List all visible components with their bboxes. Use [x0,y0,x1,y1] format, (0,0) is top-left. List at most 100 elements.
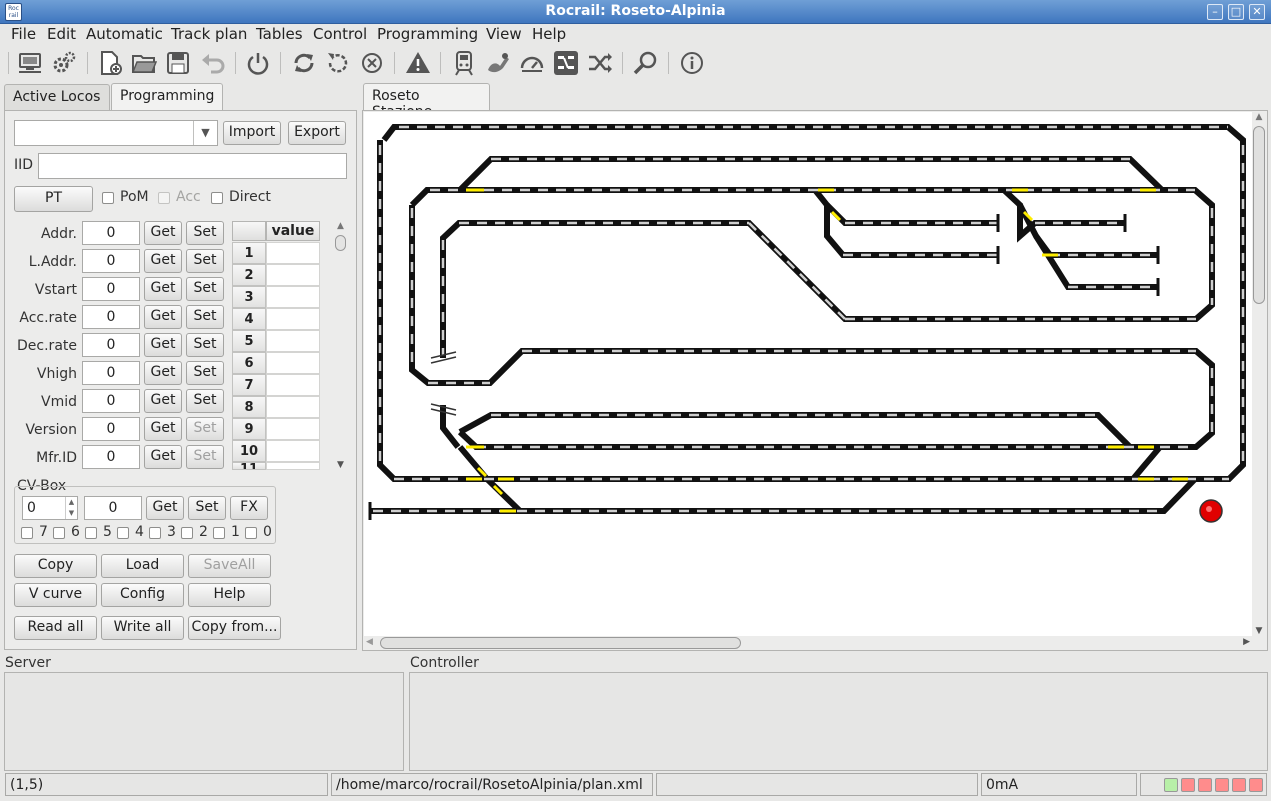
table-row-header[interactable]: 2 [232,264,266,286]
table-row-header[interactable]: 6 [232,352,266,374]
table-cell[interactable] [266,242,320,264]
table-cell[interactable] [266,462,320,470]
tab-active-locos[interactable]: Active Locos [4,84,110,111]
bit-checkbox-2[interactable] [181,527,193,539]
cv-field-addr[interactable]: 0 [82,221,140,245]
table-cell[interactable] [266,330,320,352]
table-row-header[interactable]: 10 [232,440,266,462]
bit-checkbox-7[interactable] [21,527,33,539]
table-row-header[interactable]: 11 [232,462,266,470]
tab-roseto-stazione[interactable]: Roseto Stazione [363,83,490,120]
menu-view[interactable]: View [486,25,522,43]
table-row-header[interactable]: 9 [232,418,266,440]
minimize-button[interactable]: – [1207,4,1223,20]
set-button-vstart[interactable]: Set [186,277,224,301]
speedometer-icon[interactable] [518,49,546,77]
plan-horizontal-scrollbar[interactable]: ◀ ▶ [364,636,1252,650]
copy-button[interactable]: Copy [14,554,97,578]
menu-tables[interactable]: Tables [256,25,303,43]
tab-programming[interactable]: Programming [111,83,223,111]
read-all-button[interactable]: Read all [14,616,97,640]
cv-field-vhigh[interactable]: 0 [82,361,140,385]
table-row-header[interactable]: 1 [232,242,266,264]
table-row-header[interactable]: 8 [232,396,266,418]
get-button-vhigh[interactable]: Get [144,361,182,385]
iid-field[interactable] [38,153,347,179]
scroll-down-icon[interactable]: ▼ [1252,626,1266,636]
direct-checkbox[interactable] [211,192,223,204]
server-pane[interactable] [4,672,404,771]
undo-icon[interactable] [199,49,227,77]
save-icon[interactable] [164,49,192,77]
menu-help[interactable]: Help [532,25,566,43]
get-button-vmid[interactable]: Get [144,389,182,413]
cv-field-version[interactable]: 0 [82,417,140,441]
plan-vscroll-thumb[interactable] [1253,126,1265,304]
menu-file[interactable]: File [11,25,36,43]
config-button[interactable]: Config [101,583,184,607]
cvbox-set-button[interactable]: Set [188,496,226,520]
throttle-icon[interactable] [484,49,512,77]
sync-icon[interactable] [290,49,318,77]
bit-checkbox-6[interactable] [53,527,65,539]
cvbox-get-button[interactable]: Get [146,496,184,520]
scroll-right-icon[interactable]: ▶ [1243,637,1250,647]
set-button-mfrid[interactable]: Set [186,445,224,469]
bit-checkbox-5[interactable] [85,527,97,539]
bit-checkbox-3[interactable] [149,527,161,539]
table-header-value[interactable]: value [266,221,320,241]
scroll-down-icon[interactable]: ▼ [334,460,347,470]
scroll-up-icon[interactable]: ▲ [334,221,347,231]
set-button-laddr[interactable]: Set [186,249,224,273]
loco-select[interactable]: ▼ [14,120,218,146]
cv-field-vmid[interactable]: 0 [82,389,140,413]
import-button[interactable]: Import [223,121,281,145]
warning-icon[interactable] [404,49,432,77]
bit-checkbox-4[interactable] [117,527,129,539]
menu-track-plan[interactable]: Track plan [171,25,247,43]
pom-checkbox[interactable] [102,192,114,204]
get-button-version[interactable]: Get [144,417,182,441]
menu-edit[interactable]: Edit [47,25,76,43]
vcurve-button[interactable]: V curve [14,583,97,607]
table-cell[interactable] [266,396,320,418]
bit-checkbox-0[interactable] [245,527,257,539]
fx-button[interactable]: FX [230,496,268,520]
table-scroll-thumb[interactable] [335,235,346,251]
cv-field-accrate[interactable]: 0 [82,305,140,329]
get-button-accrate[interactable]: Get [144,305,182,329]
saveall-button[interactable]: SaveAll [188,554,271,578]
get-button-laddr[interactable]: Get [144,249,182,273]
shuffle-icon[interactable] [586,49,614,77]
set-button-vhigh[interactable]: Set [186,361,224,385]
bit-checkbox-1[interactable] [213,527,225,539]
get-button-mfrid[interactable]: Get [144,445,182,469]
table-row-header[interactable]: 5 [232,330,266,352]
search-icon[interactable] [632,49,660,77]
spinner-arrows-icon[interactable]: ▲ ▼ [65,497,77,519]
plan-hscroll-thumb[interactable] [380,637,741,649]
menu-control[interactable]: Control [313,25,367,43]
set-button-decrate[interactable]: Set [186,333,224,357]
get-button-addr[interactable]: Get [144,221,182,245]
load-button[interactable]: Load [101,554,184,578]
table-row-header[interactable]: 4 [232,308,266,330]
cvbox-value-field[interactable]: 0 [84,496,142,520]
table-cell[interactable] [266,264,320,286]
settings-icon[interactable] [50,49,78,77]
server-icon[interactable] [16,49,44,77]
new-file-icon[interactable] [96,49,124,77]
write-all-button[interactable]: Write all [101,616,184,640]
menu-automatic[interactable]: Automatic [86,25,163,43]
cv-field-vstart[interactable]: 0 [82,277,140,301]
table-cell[interactable] [266,374,320,396]
track-plan[interactable] [368,124,1246,523]
scroll-left-icon[interactable]: ◀ [366,637,373,647]
table-cell[interactable] [266,352,320,374]
set-button-addr[interactable]: Set [186,221,224,245]
info-icon[interactable] [678,49,706,77]
set-button-accrate[interactable]: Set [186,305,224,329]
help-button[interactable]: Help [188,583,271,607]
scroll-up-icon[interactable]: ▲ [1252,112,1266,122]
maximize-button[interactable]: □ [1228,4,1244,20]
